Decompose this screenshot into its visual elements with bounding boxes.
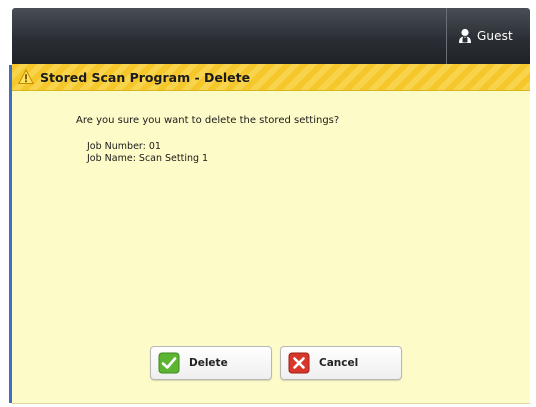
cancel-label: Cancel: [319, 357, 359, 369]
job-details: Job Number: 01 Job Name: Scan Setting 1: [87, 141, 208, 165]
delete-button[interactable]: Delete: [150, 346, 272, 380]
warning-icon: [18, 69, 34, 84]
screen: Guest Stored Scan Program - Delete Are y…: [0, 0, 536, 407]
user-icon: [459, 28, 471, 43]
cancel-button[interactable]: Cancel: [280, 346, 402, 380]
checkmark-icon: [158, 352, 180, 374]
topbar-divider: [446, 8, 447, 64]
left-margin: [0, 0, 9, 407]
dialog-title: Stored Scan Program - Delete: [40, 69, 251, 85]
user-label: Guest: [477, 29, 513, 43]
job-name: Job Name: Scan Setting 1: [87, 153, 209, 164]
right-margin: [530, 0, 536, 407]
dialog-body: Are you sure you want to delete the stor…: [12, 91, 530, 404]
job-number: Job Number: 01: [87, 141, 161, 152]
confirmation-question: Are you sure you want to delete the stor…: [76, 115, 340, 126]
x-icon: [288, 352, 310, 374]
top-bar: Guest: [12, 8, 530, 64]
delete-label: Delete: [189, 357, 228, 369]
dialog-header: Stored Scan Program - Delete: [12, 64, 530, 91]
user-button[interactable]: Guest: [458, 26, 513, 46]
